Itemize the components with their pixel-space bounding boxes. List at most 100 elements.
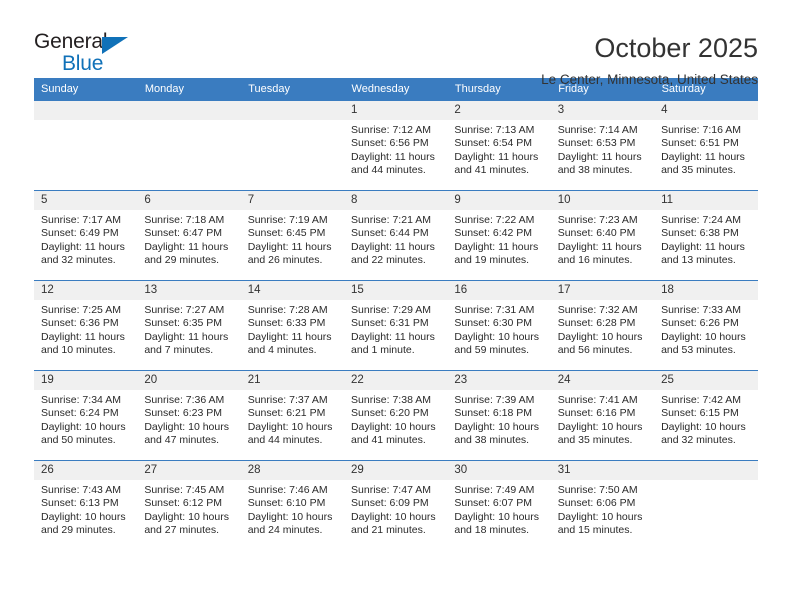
day-number: 11 (654, 191, 758, 210)
calendar-day-cell[interactable]: 27 Sunrise: 7:45 AM Sunset: 6:12 PM Dayligh… (137, 460, 241, 551)
day-details: Sunrise: 7:50 AM Sunset: 6:06 PM Daylight:… (551, 480, 654, 538)
day-details: Sunrise: 7:23 AM Sunset: 6:40 PM Daylight:… (551, 210, 654, 268)
calendar-day-cell[interactable]: 6 Sunrise: 7:18 AM Sunset: 6:47 PM Daylight… (137, 190, 241, 281)
calendar-day-cell[interactable]: 9 Sunrise: 7:22 AM Sunset: 6:42 PM Daylight… (447, 190, 551, 281)
daylight-text: Daylight: 11 hours and 16 minutes. (557, 240, 642, 267)
day-details: Sunrise: 7:42 AM Sunset: 6:15 PM Daylight:… (654, 390, 757, 448)
sunrise-text: Sunrise: 7:39 AM (454, 394, 535, 406)
calendar-day-cell[interactable]: 3 Sunrise: 7:14 AM Sunset: 6:53 PM Daylight… (550, 100, 655, 191)
sunset-text: Sunset: 6:47 PM (144, 227, 222, 240)
calendar-week-row: 5 Sunrise: 7:17 AM Sunset: 6:49 PM Daylight… (34, 190, 758, 281)
day-details: Sunrise: 7:45 AM Sunset: 6:12 PM Daylight:… (137, 480, 240, 538)
calendar-day-cell[interactable]: 20 Sunrise: 7:36 AM Sunset: 6:23 PM Dayligh… (137, 370, 241, 461)
calendar-day-cell[interactable]: 19 Sunrise: 7:34 AM Sunset: 6:24 PM Dayligh… (34, 370, 138, 461)
sunset-text: Sunset: 6:54 PM (454, 137, 533, 150)
day-details: Sunrise: 7:21 AM Sunset: 6:44 PM Daylight:… (344, 210, 447, 268)
day-number: 22 (344, 371, 448, 390)
calendar-day-cell-empty (137, 100, 241, 191)
day-number: 25 (654, 371, 758, 390)
calendar-day-cell[interactable]: 17 Sunrise: 7:32 AM Sunset: 6:28 PM Dayligh… (550, 280, 655, 371)
sunset-text: Sunset: 6:07 PM (454, 497, 533, 510)
sunrise-text: Sunrise: 7:42 AM (661, 394, 742, 406)
sunset-text: Sunset: 6:38 PM (661, 227, 739, 240)
daylight-text: Daylight: 11 hours and 22 minutes. (351, 240, 435, 267)
sunrise-text: Sunrise: 7:16 AM (661, 124, 742, 136)
calendar-day-cell[interactable]: 15 Sunrise: 7:29 AM Sunset: 6:31 PM Dayligh… (344, 280, 448, 371)
sunrise-sunset-calendar: Sunday Monday Tuesday Wednesday Thursday… (34, 78, 759, 551)
calendar-day-cell[interactable]: 29 Sunrise: 7:47 AM Sunset: 6:09 PM Dayligh… (344, 460, 448, 551)
calendar-week-row: 26 Sunrise: 7:43 AM Sunset: 6:13 PM Dayligh… (34, 460, 758, 551)
calendar-day-cell[interactable]: 28 Sunrise: 7:46 AM Sunset: 6:10 PM Dayligh… (240, 460, 345, 551)
calendar-day-cell[interactable]: 12 Sunrise: 7:25 AM Sunset: 6:36 PM Dayligh… (34, 280, 138, 371)
day-number: 18 (654, 281, 758, 300)
daylight-text: Daylight: 10 hours and 47 minutes. (144, 420, 229, 447)
sunrise-text: Sunrise: 7:36 AM (144, 394, 225, 406)
page-title: October 2025 (594, 33, 758, 63)
day-details: Sunrise: 7:29 AM Sunset: 6:31 PM Daylight:… (344, 300, 447, 358)
day-details: Sunrise: 7:13 AM Sunset: 6:54 PM Daylight:… (447, 120, 550, 178)
sunset-text: Sunset: 6:15 PM (661, 407, 739, 420)
sunset-text: Sunset: 6:35 PM (144, 317, 222, 330)
day-number: 26 (34, 461, 138, 480)
day-number: 21 (240, 371, 345, 390)
calendar-day-cell[interactable]: 11 Sunrise: 7:24 AM Sunset: 6:38 PM Dayligh… (654, 190, 758, 281)
day-number: 23 (447, 371, 551, 390)
daylight-text: Daylight: 11 hours and 13 minutes. (661, 240, 745, 267)
general-blue-logo[interactable]: General Blue (34, 30, 146, 80)
calendar-day-cell[interactable]: 13 Sunrise: 7:27 AM Sunset: 6:35 PM Dayligh… (137, 280, 241, 371)
calendar-day-cell[interactable]: 7 Sunrise: 7:19 AM Sunset: 6:45 PM Daylight… (240, 190, 345, 281)
sunrise-text: Sunrise: 7:41 AM (557, 394, 638, 406)
sunset-text: Sunset: 6:30 PM (454, 317, 533, 330)
day-details: Sunrise: 7:18 AM Sunset: 6:47 PM Daylight:… (137, 210, 240, 268)
day-number: 15 (344, 281, 448, 300)
daylight-text: Daylight: 10 hours and 38 minutes. (454, 420, 540, 447)
daylight-text: Daylight: 10 hours and 56 minutes. (557, 330, 643, 357)
daylight-text: Daylight: 10 hours and 18 minutes. (454, 510, 540, 537)
sunset-text: Sunset: 6:45 PM (247, 227, 326, 240)
sunrise-text: Sunrise: 7:22 AM (454, 214, 535, 226)
sunrise-text: Sunrise: 7:47 AM (351, 484, 431, 496)
calendar-day-cell[interactable]: 25 Sunrise: 7:42 AM Sunset: 6:15 PM Dayligh… (654, 370, 758, 461)
calendar-day-cell[interactable]: 22 Sunrise: 7:38 AM Sunset: 6:20 PM Dayligh… (344, 370, 448, 461)
calendar-day-cell[interactable]: 23 Sunrise: 7:39 AM Sunset: 6:18 PM Dayligh… (447, 370, 551, 461)
calendar-day-cell[interactable]: 14 Sunrise: 7:28 AM Sunset: 6:33 PM Dayligh… (240, 280, 345, 371)
sunset-text: Sunset: 6:06 PM (557, 497, 636, 510)
calendar-day-cell[interactable]: 26 Sunrise: 7:43 AM Sunset: 6:13 PM Dayligh… (34, 460, 138, 551)
calendar-week-row: 19 Sunrise: 7:34 AM Sunset: 6:24 PM Dayligh… (34, 370, 758, 461)
calendar-day-cell[interactable]: 16 Sunrise: 7:31 AM Sunset: 6:30 PM Dayligh… (447, 280, 551, 371)
calendar-day-cell[interactable]: 2 Sunrise: 7:13 AM Sunset: 6:54 PM Daylight… (447, 100, 551, 191)
calendar-day-cell[interactable]: 31 Sunrise: 7:50 AM Sunset: 6:06 PM Dayligh… (550, 460, 655, 551)
daylight-text: Daylight: 10 hours and 32 minutes. (661, 420, 746, 447)
sunrise-text: Sunrise: 7:45 AM (144, 484, 225, 496)
daylight-text: Daylight: 10 hours and 50 minutes. (41, 420, 126, 447)
calendar-day-cell[interactable]: 1 Sunrise: 7:12 AM Sunset: 6:56 PM Daylight… (344, 100, 448, 191)
sunrise-text: Sunrise: 7:25 AM (41, 304, 121, 316)
daylight-text: Daylight: 11 hours and 32 minutes. (41, 240, 125, 267)
day-number (240, 101, 345, 120)
daylight-text: Daylight: 10 hours and 21 minutes. (351, 510, 436, 537)
sunrise-text: Sunrise: 7:29 AM (351, 304, 431, 316)
day-details: Sunrise: 7:16 AM Sunset: 6:51 PM Daylight:… (654, 120, 757, 178)
calendar-day-cell[interactable]: 18 Sunrise: 7:33 AM Sunset: 6:26 PM Dayligh… (654, 280, 758, 371)
day-number (137, 101, 241, 120)
day-details: Sunrise: 7:39 AM Sunset: 6:18 PM Daylight:… (447, 390, 550, 448)
calendar-day-cell[interactable]: 8 Sunrise: 7:21 AM Sunset: 6:44 PM Daylight… (344, 190, 448, 281)
sunrise-text: Sunrise: 7:38 AM (351, 394, 431, 406)
calendar-day-cell[interactable]: 24 Sunrise: 7:41 AM Sunset: 6:16 PM Dayligh… (550, 370, 655, 461)
sunset-text: Sunset: 6:18 PM (454, 407, 533, 420)
day-number: 6 (137, 191, 241, 210)
daylight-text: Daylight: 10 hours and 27 minutes. (144, 510, 229, 537)
calendar-day-cell[interactable]: 4 Sunrise: 7:16 AM Sunset: 6:51 PM Daylight… (654, 100, 758, 191)
calendar-day-cell[interactable]: 10 Sunrise: 7:23 AM Sunset: 6:40 PM Dayligh… (550, 190, 655, 281)
weekday-header-thursday: Thursday (447, 78, 552, 101)
calendar-day-cell[interactable]: 5 Sunrise: 7:17 AM Sunset: 6:49 PM Daylight… (34, 190, 138, 281)
sunrise-text: Sunrise: 7:32 AM (557, 304, 638, 316)
day-number: 5 (34, 191, 138, 210)
sunrise-text: Sunrise: 7:49 AM (454, 484, 535, 496)
calendar-day-cell[interactable]: 21 Sunrise: 7:37 AM Sunset: 6:21 PM Dayligh… (240, 370, 345, 461)
day-number: 7 (240, 191, 345, 210)
day-details: Sunrise: 7:33 AM Sunset: 6:26 PM Daylight:… (654, 300, 757, 358)
calendar-day-cell[interactable]: 30 Sunrise: 7:49 AM Sunset: 6:07 PM Dayligh… (447, 460, 551, 551)
day-details: Sunrise: 7:43 AM Sunset: 6:13 PM Daylight:… (34, 480, 137, 538)
day-details: Sunrise: 7:31 AM Sunset: 6:30 PM Daylight:… (447, 300, 550, 358)
